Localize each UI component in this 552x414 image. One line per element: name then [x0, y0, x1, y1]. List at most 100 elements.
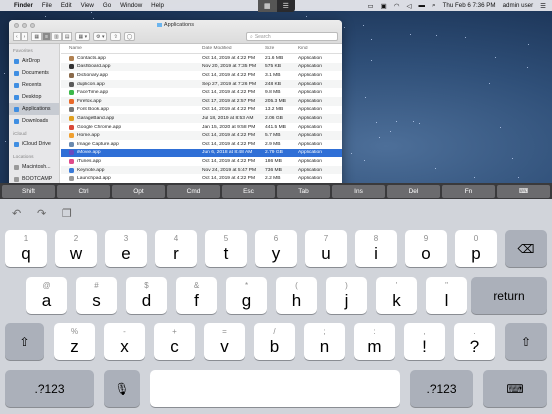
- sidebar-item-documents[interactable]: Documents: [9, 67, 59, 79]
- key-d[interactable]: $ d: [126, 277, 167, 314]
- file-row[interactable]: GarageBand.app Jul 18, 2019 at 8:53 AM 2.0…: [61, 114, 342, 123]
- return-key[interactable]: return: [471, 277, 547, 314]
- menu-clock[interactable]: Thu Feb 6 7:36 PM: [443, 2, 496, 9]
- sidebar-item-desktop[interactable]: Desktop: [9, 91, 59, 103]
- space-bar[interactable]: [150, 370, 400, 407]
- backspace-key[interactable]: ⌫: [505, 230, 547, 267]
- sidebar-item-downloads[interactable]: Downloads: [9, 115, 59, 127]
- key-g[interactable]: * g: [226, 277, 267, 314]
- key-v[interactable]: = v: [204, 323, 245, 360]
- dictation-key[interactable]: 🎙: [104, 370, 140, 407]
- file-row[interactable]: Dictionary.app Oct 14, 2019 at 4:22 PM 3.1…: [61, 71, 342, 80]
- menu-go[interactable]: Go: [103, 2, 111, 9]
- modifier-key[interactable]: Fn: [442, 184, 495, 198]
- trackpad-mode-icon[interactable]: ▦: [258, 0, 277, 12]
- key-exclamation[interactable]: ,!: [404, 323, 445, 360]
- numbers-key-left[interactable]: .?123: [5, 370, 94, 407]
- key-b[interactable]: / b: [254, 323, 295, 360]
- file-row[interactable]: iTunes.app Oct 14, 2019 at 4:22 PM 186 MB A…: [61, 157, 342, 166]
- menu-mode-icon[interactable]: ☰: [277, 0, 296, 12]
- modifier-key[interactable]: Shift: [2, 184, 55, 198]
- key-z[interactable]: % z: [54, 323, 95, 360]
- sidebar-item-airdrop[interactable]: AirDrop: [9, 55, 59, 67]
- battery-icon[interactable]: ▬: [418, 2, 425, 9]
- file-row[interactable]: Launchpad.app Oct 14, 2019 at 4:22 PM 2.2 …: [61, 174, 342, 183]
- key-n[interactable]: ; n: [304, 323, 345, 360]
- key-w[interactable]: 2w: [55, 230, 97, 267]
- key-y[interactable]: 6y: [255, 230, 297, 267]
- key-j[interactable]: ) j: [326, 277, 367, 314]
- paste-icon[interactable]: ❐: [62, 207, 72, 220]
- key-question[interactable]: .?: [454, 323, 495, 360]
- forward-button[interactable]: ›: [20, 32, 29, 41]
- file-row[interactable]: duplicon.app Sep 27, 2019 at 7:26 PM 248 K…: [61, 79, 342, 89]
- list-view-button[interactable]: ≡: [42, 32, 51, 41]
- file-row[interactable]: Contacts.app Oct 14, 2019 at 4:22 PM 21.6 …: [61, 54, 342, 63]
- key-a[interactable]: @ a: [26, 277, 67, 314]
- display-icon[interactable]: ▣: [381, 2, 387, 10]
- column-header-name[interactable]: Name: [61, 46, 202, 51]
- key-h[interactable]: (h: [276, 277, 317, 314]
- sidebar-item-recents[interactable]: Recents: [9, 79, 59, 91]
- file-row[interactable]: Font Book.app Oct 14, 2019 at 4:22 PM 13.2…: [61, 106, 342, 115]
- cast-icon[interactable]: ▭: [367, 2, 373, 10]
- modifier-key[interactable]: Del: [387, 184, 440, 198]
- shift-key-right[interactable]: ⇧: [505, 323, 547, 360]
- key-e[interactable]: 3e: [105, 230, 147, 267]
- sidebar-item-macintosh[interactable]: Macintosh...: [9, 161, 59, 173]
- modifier-key[interactable]: Ins: [332, 184, 385, 198]
- file-row[interactable]: FaceTime.app Oct 14, 2019 at 4:22 PM 9.8 M…: [61, 88, 342, 97]
- key-m[interactable]: :m: [354, 323, 395, 360]
- menu-finder[interactable]: Finder: [14, 2, 33, 9]
- numbers-key-right[interactable]: .?123: [410, 370, 473, 407]
- wifi-icon[interactable]: ◠: [394, 2, 400, 10]
- menu-view[interactable]: View: [81, 2, 94, 9]
- key-l[interactable]: " l: [426, 277, 467, 314]
- key-i[interactable]: 8i: [355, 230, 397, 267]
- file-row[interactable]: iMovie.app Jun 6, 2018 at 8:48 AM 2.79 GB A…: [61, 148, 342, 158]
- menu-file[interactable]: File: [42, 2, 52, 9]
- search-icon[interactable]: ⌕: [432, 2, 436, 10]
- arrange-button[interactable]: ▦ ▾: [75, 32, 91, 41]
- column-header-kind[interactable]: Kind: [298, 46, 342, 51]
- gallery-view-button[interactable]: ▤: [61, 32, 73, 41]
- menu-window[interactable]: Window: [120, 2, 142, 9]
- modifier-key[interactable]: Opt: [112, 184, 165, 198]
- finder-titlebar[interactable]: Applications ‹ › ▦ ≡ ▥ ▤ ▦ ▾ ⚙ ▾ ⇧ ◯ ⌕ Se…: [9, 20, 342, 44]
- share-button[interactable]: ⇧: [110, 32, 121, 41]
- column-header-date[interactable]: Date Modified: [202, 46, 265, 51]
- input-mode-toggle[interactable]: ▦ ☰: [258, 0, 295, 12]
- file-row[interactable]: Firefox.app Oct 17, 2019 at 2:57 PM 205.3 …: [61, 96, 342, 106]
- search-input[interactable]: ⌕ Search: [246, 32, 338, 41]
- key-o[interactable]: 9o: [405, 230, 447, 267]
- shift-key-left[interactable]: ⇧: [5, 323, 44, 360]
- key-u[interactable]: 7u: [305, 230, 347, 267]
- menu-edit[interactable]: Edit: [61, 2, 72, 9]
- sidebar-item-applications[interactable]: Applications: [9, 103, 59, 115]
- key-t[interactable]: 5t: [205, 230, 247, 267]
- tag-button[interactable]: ◯: [123, 32, 136, 41]
- column-header-size[interactable]: Size: [265, 46, 298, 51]
- key-f[interactable]: & f: [176, 277, 217, 314]
- modifier-key[interactable]: ⌨: [497, 184, 550, 198]
- back-button[interactable]: ‹: [13, 32, 21, 41]
- modifier-key[interactable]: Ctrl: [57, 184, 110, 198]
- modifier-key[interactable]: Esc: [222, 184, 275, 198]
- key-r[interactable]: 4r: [155, 230, 197, 267]
- undo-icon[interactable]: ↶: [12, 207, 21, 220]
- key-c[interactable]: + c: [154, 323, 195, 360]
- key-p[interactable]: 0p: [455, 230, 497, 267]
- key-q[interactable]: 1q: [5, 230, 47, 267]
- notification-center-icon[interactable]: ☰: [540, 2, 546, 10]
- menu-user[interactable]: admin user: [503, 2, 534, 9]
- file-row[interactable]: Google Chrome.app Jan 15, 2020 at 9:58 PM…: [61, 123, 342, 132]
- hide-keyboard-key[interactable]: ⌨: [483, 370, 547, 407]
- file-row[interactable]: Dashboard.app Nov 20, 2019 at 7:35 PM 575 …: [61, 62, 342, 72]
- file-row[interactable]: Home.app Oct 14, 2019 at 4:22 PM 5.7 MB App…: [61, 131, 342, 140]
- menu-help[interactable]: Help: [151, 2, 164, 9]
- column-view-button[interactable]: ▥: [51, 32, 62, 41]
- icon-view-button[interactable]: ▦: [31, 32, 43, 41]
- modifier-key[interactable]: Cmd: [167, 184, 220, 198]
- sidebar-item-icloud-drive[interactable]: iCloud Drive: [9, 138, 59, 150]
- key-s[interactable]: # s: [76, 277, 117, 314]
